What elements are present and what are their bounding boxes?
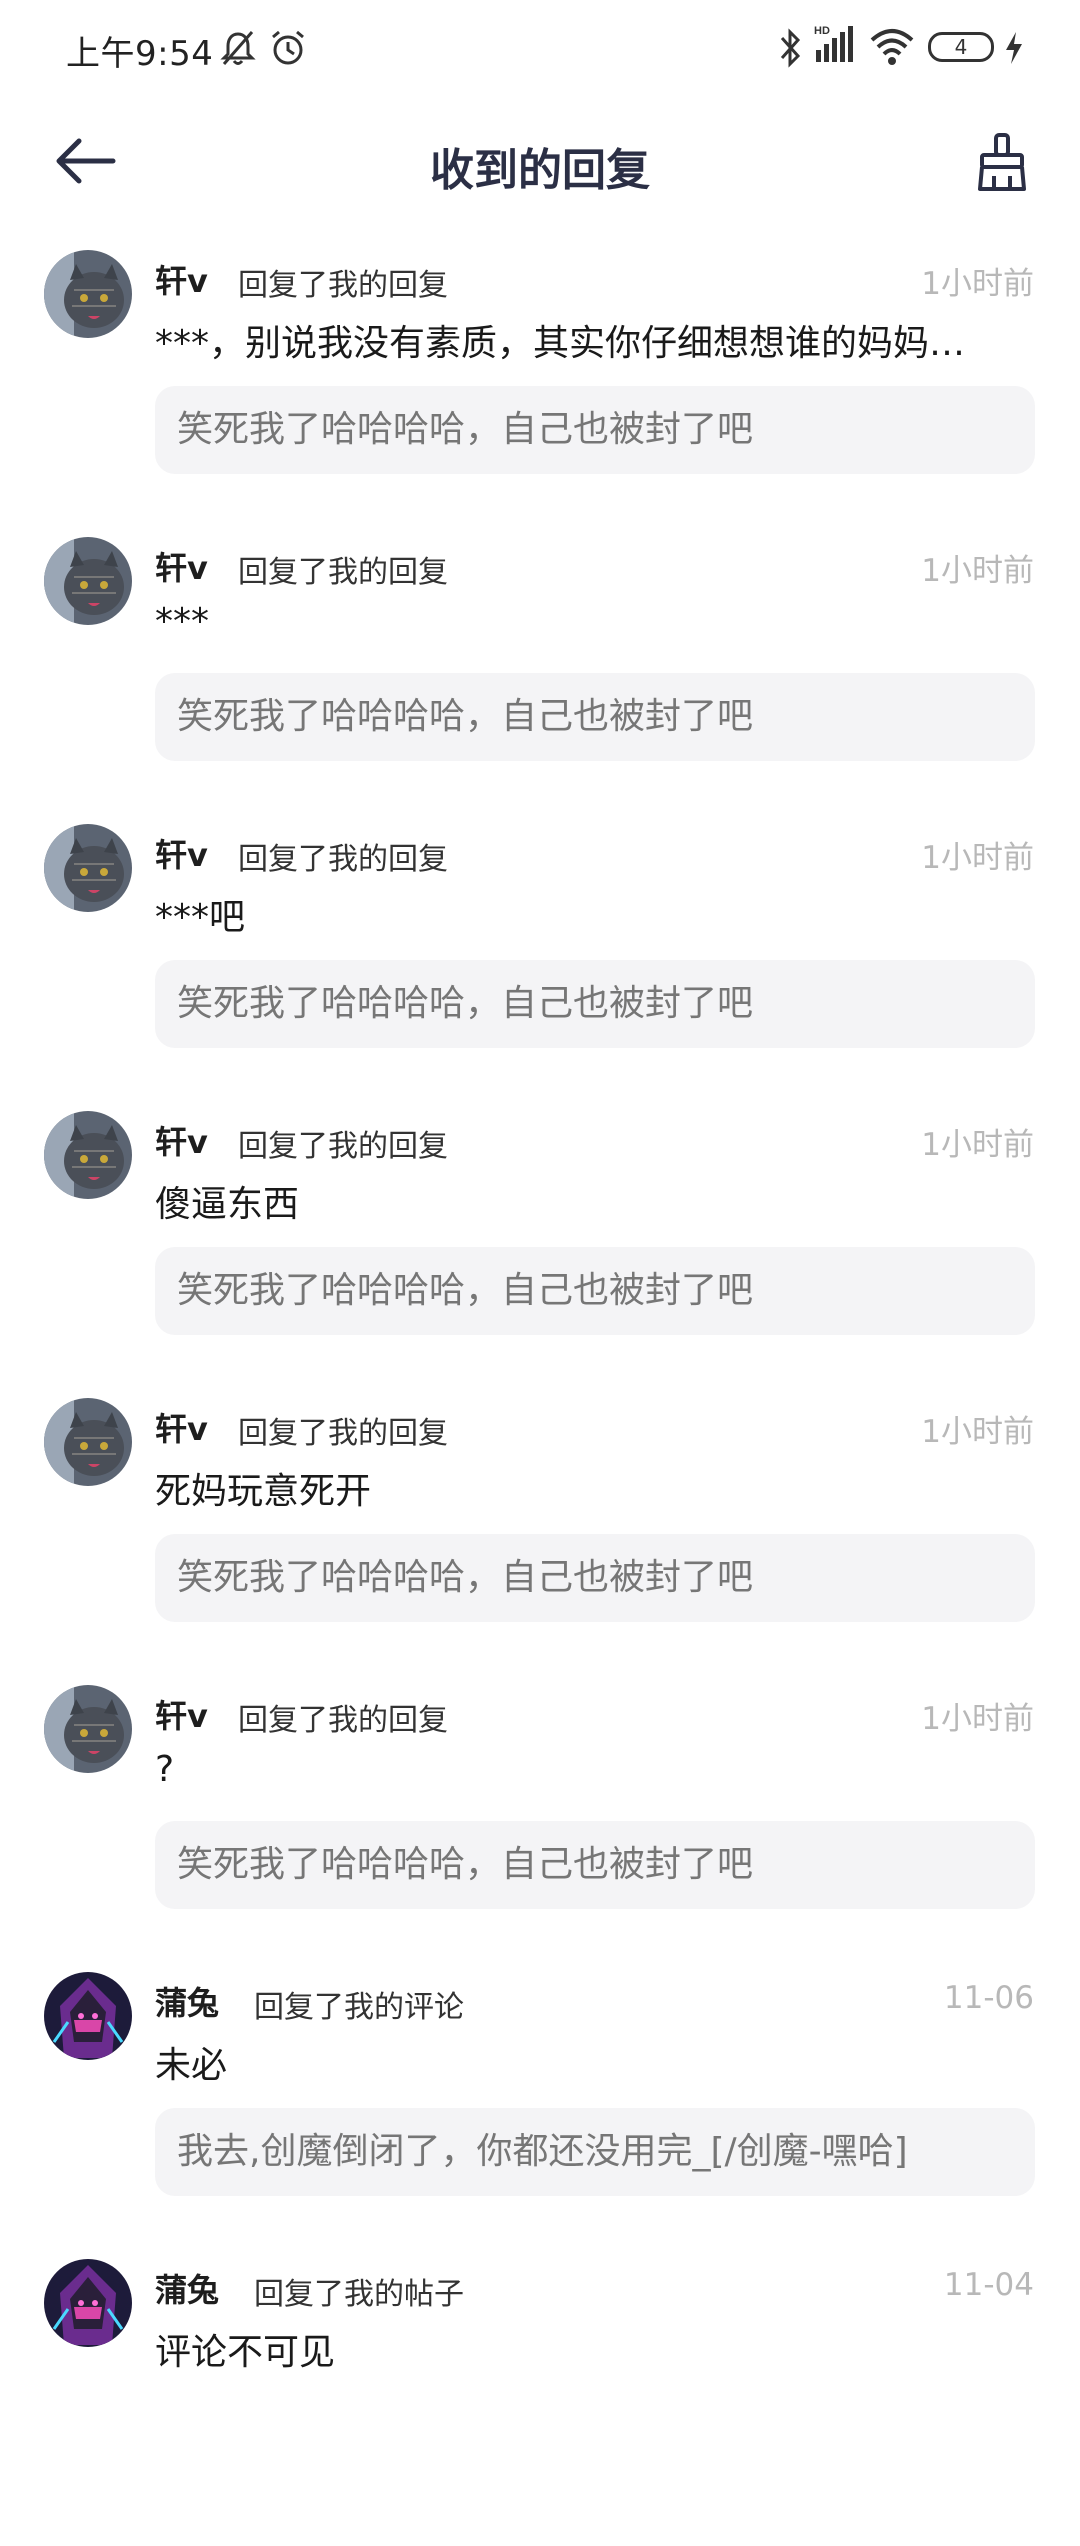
reply-item[interactable]: 轩v 回复了我的回复 1小时前 傻逼东西 笑死我了哈哈哈哈，自己也被封了吧: [0, 1111, 1080, 1398]
user-name[interactable]: 轩v: [155, 543, 208, 589]
reply-content: ***: [155, 601, 209, 642]
reply-content: 死妈玩意死开: [155, 1471, 372, 1512]
reply-item[interactable]: 轩v 回复了我的回复 1小时前 *** 笑死我了哈哈哈哈，自己也被封了吧: [0, 537, 1080, 824]
bell-off-icon: [220, 31, 256, 65]
status-bar: 上午9:54 HD 4: [0, 0, 1080, 96]
user-name[interactable]: 轩v: [155, 1691, 208, 1737]
cat-avatar-icon: [44, 1398, 132, 1486]
reply-time: 1小时前: [921, 1414, 1034, 1450]
reply-action: 回复了我的回复: [238, 1129, 448, 1164]
cat-avatar-icon: [44, 1685, 132, 1773]
reply-item[interactable]: 轩v 回复了我的回复 1小时前 ? 笑死我了哈哈哈哈，自己也被封了吧: [0, 1685, 1080, 1972]
svg-text:HD: HD: [814, 25, 830, 37]
reply-content: ?: [155, 1749, 175, 1790]
user-name[interactable]: 轩v: [155, 830, 208, 876]
reply-content: ***，别说我没有素质，其实你仔细想想谁的妈妈…: [155, 323, 966, 364]
reply-time: 1小时前: [921, 553, 1034, 589]
quoted-reply[interactable]: 笑死我了哈哈哈哈，自己也被封了吧: [155, 1534, 1035, 1622]
battery-icon: 4: [928, 32, 994, 62]
quoted-reply[interactable]: 笑死我了哈哈哈哈，自己也被封了吧: [155, 960, 1035, 1048]
page-title: 收到的回复: [430, 145, 650, 196]
quoted-reply[interactable]: 笑死我了哈哈哈哈，自己也被封了吧: [155, 1821, 1035, 1909]
reply-item[interactable]: 蒲兔 回复了我的帖子 11-04 评论不可见: [0, 2259, 1080, 2546]
avatar[interactable]: [44, 824, 132, 912]
cat-avatar-icon: [44, 824, 132, 912]
user-name[interactable]: 轩v: [155, 256, 208, 302]
cat-avatar-icon: [44, 537, 132, 625]
hooded-figure-avatar-icon: [44, 2259, 132, 2347]
reply-action: 回复了我的帖子: [254, 2277, 464, 2312]
reply-item[interactable]: 蒲兔 回复了我的评论 11-06 未必 我去,创魔倒闭了，你都还没用完_[/创魔…: [0, 1972, 1080, 2259]
reply-time: 1小时前: [921, 840, 1034, 876]
wifi-icon: [870, 29, 914, 65]
reply-action: 回复了我的回复: [238, 1703, 448, 1738]
bluetooth-icon: [780, 28, 801, 68]
avatar[interactable]: [44, 2259, 132, 2347]
header: 收到的回复: [0, 96, 1080, 226]
reply-item[interactable]: 轩v 回复了我的回复 1小时前 ***，别说我没有素质，其实你仔细想想谁的妈妈……: [0, 250, 1080, 537]
reply-action: 回复了我的回复: [238, 1416, 448, 1451]
charging-icon: [1006, 32, 1022, 64]
reply-time: 1小时前: [921, 1701, 1034, 1737]
reply-time: 11-06: [943, 1980, 1034, 2016]
quoted-reply[interactable]: 笑死我了哈哈哈哈，自己也被封了吧: [155, 673, 1035, 761]
reply-time: 1小时前: [921, 1127, 1034, 1163]
user-name[interactable]: 轩v: [155, 1404, 208, 1450]
reply-time: 11-04: [943, 2267, 1034, 2303]
cat-avatar-icon: [44, 1111, 132, 1199]
broom-icon: [978, 133, 1026, 191]
alarm-icon: [272, 30, 304, 65]
status-time: 上午9:54: [66, 34, 214, 74]
reply-list: 轩v 回复了我的回复 1小时前 ***，别说我没有素质，其实你仔细想想谁的妈妈……: [0, 250, 1080, 2546]
signal-hd-icon: HD: [814, 25, 853, 62]
cat-avatar-icon: [44, 250, 132, 338]
avatar[interactable]: [44, 1111, 132, 1199]
reply-action: 回复了我的回复: [238, 842, 448, 877]
reply-action: 回复了我的回复: [238, 555, 448, 590]
reply-action: 回复了我的评论: [254, 1990, 464, 2025]
avatar[interactable]: [44, 1972, 132, 2060]
avatar[interactable]: [44, 537, 132, 625]
battery-level: 4: [954, 35, 968, 59]
reply-item[interactable]: 轩v 回复了我的回复 1小时前 死妈玩意死开 笑死我了哈哈哈哈，自己也被封了吧: [0, 1398, 1080, 1685]
quoted-reply[interactable]: 我去,创魔倒闭了，你都还没用完_[/创魔-嘿哈]: [155, 2108, 1035, 2196]
quoted-reply[interactable]: 笑死我了哈哈哈哈，自己也被封了吧: [155, 1247, 1035, 1335]
reply-time: 1小时前: [921, 266, 1034, 302]
avatar[interactable]: [44, 1398, 132, 1486]
reply-content: 傻逼东西: [155, 1184, 300, 1225]
reply-item[interactable]: 轩v 回复了我的回复 1小时前 ***吧 笑死我了哈哈哈哈，自己也被封了吧: [0, 824, 1080, 1111]
clear-button[interactable]: [964, 124, 1040, 200]
quoted-reply[interactable]: 笑死我了哈哈哈哈，自己也被封了吧: [155, 386, 1035, 474]
avatar[interactable]: [44, 1685, 132, 1773]
hooded-figure-avatar-icon: [44, 1972, 132, 2060]
reply-content: 未必: [155, 2045, 228, 2086]
reply-action: 回复了我的回复: [238, 268, 448, 303]
user-name[interactable]: 轩v: [155, 1117, 208, 1163]
avatar[interactable]: [44, 250, 132, 338]
user-name[interactable]: 蒲兔: [155, 2265, 219, 2311]
reply-content: ***吧: [155, 897, 246, 938]
user-name[interactable]: 蒲兔: [155, 1978, 219, 2024]
reply-content: 评论不可见: [155, 2332, 336, 2373]
